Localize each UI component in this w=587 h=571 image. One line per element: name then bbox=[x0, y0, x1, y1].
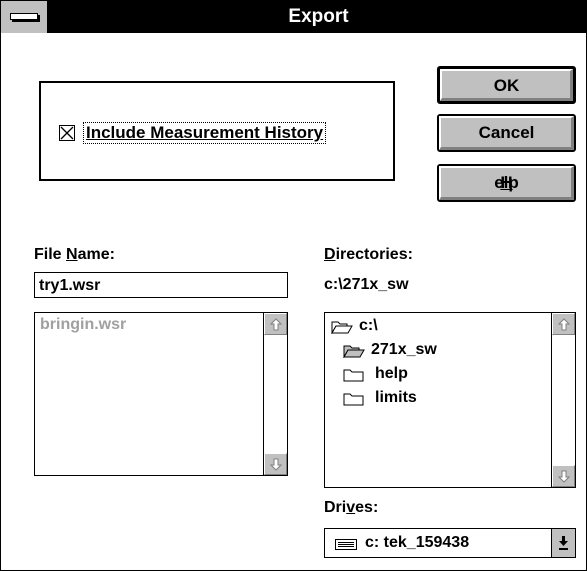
open-folder-icon bbox=[343, 345, 365, 358]
arrow-up-icon bbox=[270, 318, 282, 331]
directory-list-scrollbar[interactable] bbox=[551, 313, 575, 487]
scroll-down-button[interactable] bbox=[264, 453, 287, 475]
current-directory-path: c:\271x_sw bbox=[324, 276, 409, 293]
directory-item-help[interactable]: help bbox=[375, 365, 408, 383]
cancel-button-label: Cancel bbox=[478, 123, 535, 142]
file-name-input[interactable]: try1.wsr bbox=[34, 272, 288, 298]
ok-button[interactable]: OK bbox=[437, 66, 576, 104]
dropdown-arrow-icon bbox=[559, 536, 568, 550]
directory-item-limits[interactable]: limits bbox=[375, 389, 417, 407]
arrow-up-icon bbox=[558, 318, 570, 331]
directory-list[interactable]: c:\ 271x_sw help limits bbox=[324, 312, 576, 488]
closed-folder-icon bbox=[343, 369, 364, 382]
scroll-down-button[interactable] bbox=[552, 465, 575, 487]
drives-label: Drives: bbox=[324, 499, 379, 516]
closed-folder-icon bbox=[343, 393, 364, 406]
export-dialog: Export Include Measurement History OK Ca… bbox=[0, 0, 587, 571]
open-folder-icon bbox=[331, 321, 353, 334]
system-menu-button[interactable] bbox=[1, 1, 49, 33]
hard-drive-icon bbox=[335, 539, 357, 550]
ok-button-label: OK bbox=[493, 76, 520, 95]
window-title: Export bbox=[288, 6, 349, 27]
system-menu-icon bbox=[10, 13, 38, 20]
help-button[interactable]: Help bbox=[437, 164, 576, 202]
help-button-label: Help bbox=[494, 173, 519, 192]
drives-dropdown[interactable]: c: tek_159438 bbox=[324, 528, 576, 558]
directory-item-root[interactable]: c:\ bbox=[359, 317, 378, 335]
directories-label: Directories: bbox=[324, 246, 413, 263]
arrow-down-icon bbox=[558, 470, 570, 483]
file-list[interactable]: bringin.wsr bbox=[34, 312, 288, 476]
directory-item-271x-sw[interactable]: 271x_sw bbox=[371, 341, 437, 359]
file-list-item[interactable]: bringin.wsr bbox=[40, 316, 126, 334]
include-history-checkbox[interactable] bbox=[59, 125, 75, 141]
arrow-down-icon bbox=[270, 458, 282, 471]
file-name-label: File Name: bbox=[34, 246, 115, 263]
cancel-button[interactable]: Cancel bbox=[437, 114, 576, 152]
scroll-up-button[interactable] bbox=[264, 313, 287, 335]
check-x-icon bbox=[60, 126, 74, 140]
selected-drive: c: tek_159438 bbox=[365, 534, 470, 551]
drives-dropdown-button[interactable] bbox=[551, 529, 575, 557]
scroll-up-button[interactable] bbox=[552, 313, 575, 335]
file-list-scrollbar[interactable] bbox=[263, 313, 287, 475]
title-bar: Export bbox=[1, 1, 587, 33]
include-history-label[interactable]: Include Measurement History bbox=[83, 122, 327, 144]
